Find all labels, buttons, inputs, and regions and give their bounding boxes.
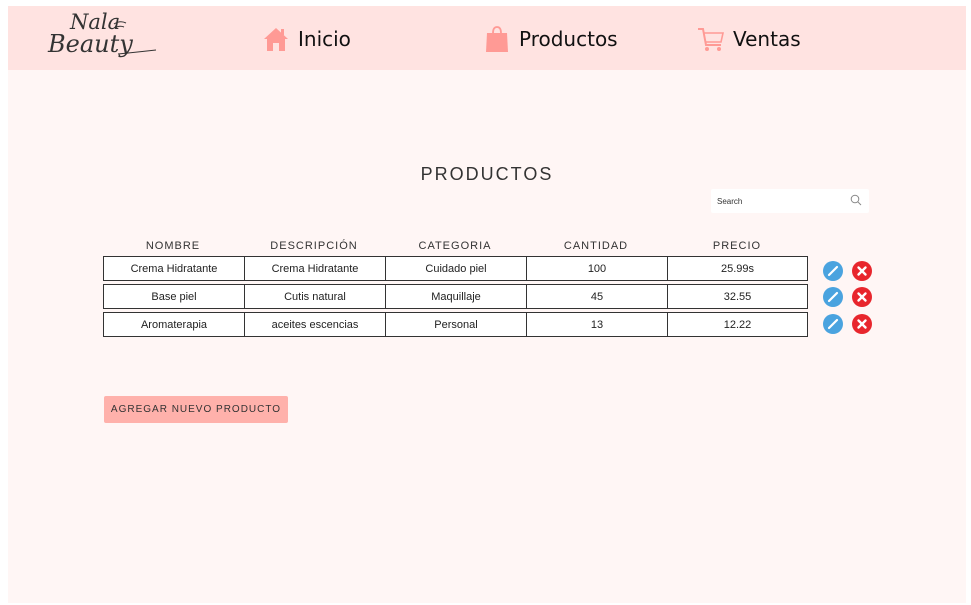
edit-button[interactable] [823,261,843,281]
delete-button[interactable] [852,287,872,307]
home-icon [264,28,288,51]
pencil-icon [827,265,839,277]
edit-button[interactable] [823,314,843,334]
brand-swash-icon [113,21,157,55]
app-frame: Nala Beauty Inicio Productos Ventas PROD… [8,6,966,603]
cell-nombre: Aromaterapia [103,312,245,337]
table-row: Aromaterapia aceites escencias Personal … [103,312,808,337]
column-header-precio: PRECIO [712,240,762,252]
cell-categoria: Personal [385,312,527,337]
column-header-nombre: NOMBRE [145,240,201,252]
page-title: PRODUCTOS [420,164,554,184]
search-icon[interactable] [849,193,863,207]
pencil-icon [827,318,839,330]
cell-categoria: Cuidado piel [385,256,527,281]
nav-ventas-label: Ventas [733,27,801,51]
cell-cantidad: 45 [526,284,668,309]
cell-cantidad: 100 [526,256,668,281]
nav-productos-label: Productos [519,27,618,51]
cell-cantidad: 13 [526,312,668,337]
close-icon [857,319,867,329]
cell-nombre: Crema Hidratante [103,256,245,281]
brand-logo[interactable]: Nala Beauty [48,10,158,66]
search-input[interactable] [717,193,837,209]
cell-descripcion: aceites escencias [244,312,386,337]
search-box [711,189,869,213]
add-product-button[interactable]: AGREGAR NUEVO PRODUCTO [104,396,288,423]
column-header-cantidad: CANTIDAD [563,240,629,252]
nav-ventas[interactable]: Ventas [697,24,801,54]
cell-descripcion: Crema Hidratante [244,256,386,281]
cell-nombre: Base piel [103,284,245,309]
cell-precio: 25.99s [667,256,808,281]
shopping-cart-icon [698,28,724,51]
column-header-descripcion: DESCRIPCIÓN [270,240,358,252]
pencil-icon [827,291,839,303]
cell-categoria: Maquillaje [385,284,527,309]
column-header-categoria: CATEGORIA [418,240,492,252]
shopping-bag-icon [486,26,508,52]
table-row: Crema Hidratante Crema Hidratante Cuidad… [103,256,808,281]
close-icon [857,266,867,276]
edit-button[interactable] [823,287,843,307]
delete-button[interactable] [852,314,872,334]
nav-productos[interactable]: Productos [483,24,618,54]
cell-precio: 12.22 [667,312,808,337]
nav-inicio[interactable]: Inicio [262,24,351,54]
cell-precio: 32.55 [667,284,808,309]
navbar: Nala Beauty Inicio Productos Ventas [8,6,966,70]
delete-button[interactable] [852,261,872,281]
nav-inicio-label: Inicio [298,27,351,51]
table-row: Base piel Cutis natural Maquillaje 45 32… [103,284,808,309]
cell-descripcion: Cutis natural [244,284,386,309]
close-icon [857,292,867,302]
